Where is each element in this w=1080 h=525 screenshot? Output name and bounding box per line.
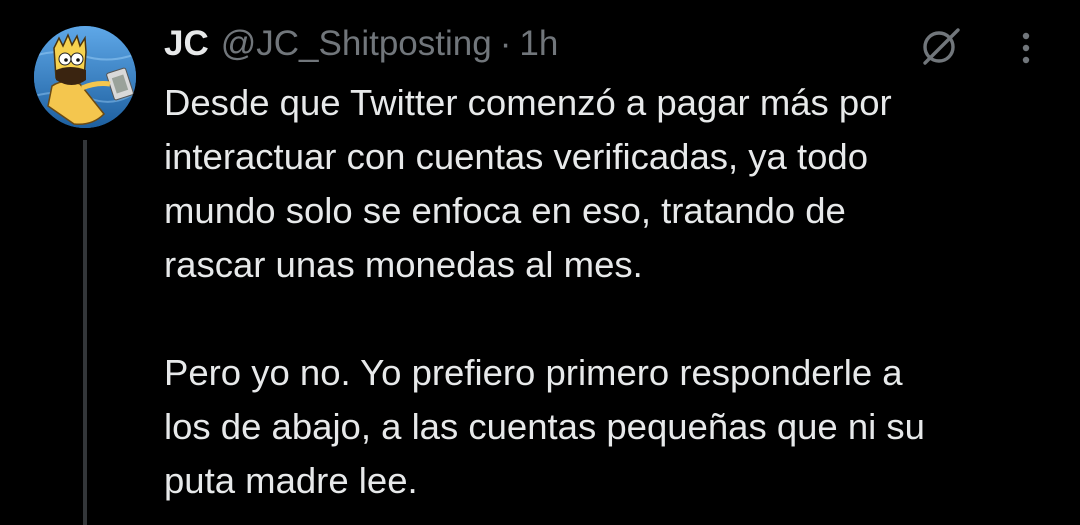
more-vertical-icon[interactable]: [1008, 28, 1044, 68]
cartoon-avatar-icon: [34, 26, 136, 128]
tweet-text: Desde que Twitter comenzó a pagar más po…: [164, 76, 1064, 508]
slash-circle-icon[interactable]: [916, 22, 964, 70]
text-line: Desde que Twitter comenzó a pagar más po…: [164, 82, 892, 123]
display-name[interactable]: JC: [164, 24, 209, 64]
thread-line: [83, 140, 87, 525]
text-line: rascar unas monedas al mes.: [164, 244, 643, 285]
text-line: Pero yo no. Yo prefiero primero responde…: [164, 352, 903, 393]
text-line: interactuar con cuentas verificadas, ya …: [164, 136, 869, 177]
text-line: mundo solo se enfoca en eso, tratando de: [164, 190, 846, 231]
user-handle[interactable]: @JC_Shitposting: [221, 24, 492, 64]
tweet-header: JC @JC_Shitposting · 1h: [164, 22, 558, 66]
avatar[interactable]: [34, 26, 136, 128]
text-line: puta madre lee.: [164, 460, 418, 501]
timestamp[interactable]: 1h: [519, 24, 558, 64]
tweet-paragraph: Desde que Twitter comenzó a pagar más po…: [164, 76, 1064, 292]
tweet[interactable]: JC @JC_Shitposting · 1h Desde que Twitte…: [0, 0, 1080, 525]
separator-dot: ·: [499, 24, 512, 63]
text-line: los de abajo, a las cuentas pequeñas que…: [164, 406, 925, 447]
tweet-paragraph: Pero yo no. Yo prefiero primero responde…: [164, 346, 1064, 508]
